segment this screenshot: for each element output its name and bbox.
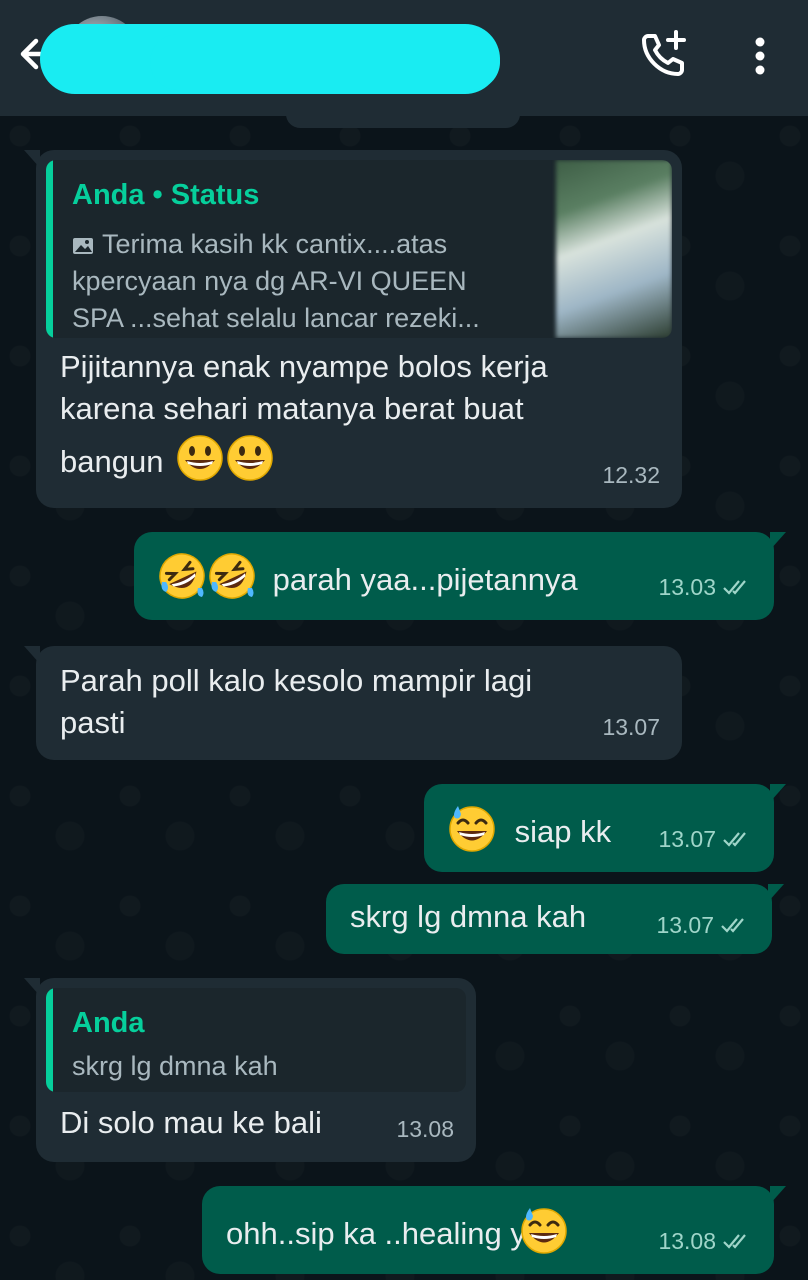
message-meta: 13.07: [658, 818, 752, 860]
previous-message-bubble: [286, 116, 520, 128]
add-call-icon[interactable]: [636, 28, 692, 84]
message-time: 13.08: [396, 1116, 454, 1142]
grinning-face-emoji: [176, 434, 224, 482]
status-thumbnail: [556, 160, 672, 338]
image-icon: [73, 238, 93, 254]
message-line: Di solo mau ke bali: [60, 1105, 322, 1140]
name-redaction: [150, 34, 500, 90]
quoted-message[interactable]: Anda skrg lg dmna kah: [46, 988, 466, 1092]
quote-line: skrg lg dmna kah: [72, 1051, 278, 1081]
message-meta: 13.03: [658, 566, 752, 608]
grinning-face-emoji: [226, 434, 274, 482]
quote-author: Anda: [72, 1007, 145, 1039]
outgoing-message[interactable]: ohh..sip ka ..healing y 13.08: [202, 1186, 786, 1274]
message-time: 13.08: [658, 1228, 716, 1254]
read-ticks-icon: [720, 916, 750, 934]
rolling-laughing-face-emoji: [158, 552, 206, 600]
chat-header: B h: [0, 0, 808, 116]
quoted-status[interactable]: Anda • Status Terima kasih kk cantix....…: [46, 160, 672, 338]
outgoing-message[interactable]: skrg lg dmna kah 13.07: [326, 884, 784, 954]
quote-line: kpercyaan nya dg AR-VI QUEEN: [72, 266, 467, 296]
message-time: 13.03: [658, 574, 716, 600]
incoming-message[interactable]: Anda • Status Terima kasih kk cantix....…: [24, 150, 682, 508]
message-line-text: siap kk: [514, 814, 612, 849]
grinning-sweat-face-emoji: [520, 1206, 568, 1254]
quote-accent-bar: [46, 160, 53, 338]
message-time: 13.07: [656, 912, 714, 938]
message-line-text: bangun: [60, 444, 164, 479]
outgoing-message[interactable]: siap kk 13.07: [424, 784, 786, 872]
message-time: 13.07: [602, 714, 660, 740]
message-line-text: ohh..sip ka ..healing y: [226, 1216, 526, 1251]
quote-line: Terima kasih kk cantix....atas: [72, 226, 447, 263]
message-line: Parah poll kalo kesolo mampir lagi: [60, 663, 533, 698]
message-meta: 13.08: [658, 1220, 752, 1262]
quote-line: SPA ...sehat selalu lancar rezeki...: [72, 303, 480, 333]
incoming-message[interactable]: Anda skrg lg dmna kah Di solo mau ke bal…: [24, 978, 476, 1162]
message-time: 13.07: [658, 826, 716, 852]
message-line: parah yaa...pijetannya: [158, 552, 578, 601]
quote-line-text: Terima kasih kk cantix....atas: [102, 229, 448, 259]
message-line: skrg lg dmna kah: [350, 899, 587, 934]
message-meta: 12.32: [602, 454, 660, 496]
quote-author: Anda • Status: [72, 179, 260, 211]
read-ticks-icon: [722, 1232, 752, 1250]
message-line: Pijitannya enak nyampe bolos kerja: [60, 349, 548, 384]
message-line: siap kk: [448, 804, 611, 853]
chat-area[interactable]: Anda • Status Terima kasih kk cantix....…: [0, 116, 808, 1280]
read-ticks-icon: [722, 830, 752, 848]
message-line: bangun: [60, 434, 274, 483]
read-ticks-icon: [722, 578, 752, 596]
incoming-message[interactable]: Parah poll kalo kesolo mampir lagi pasti…: [24, 646, 682, 760]
message-line: ohh..sip ka ..healing y: [226, 1206, 568, 1255]
message-line: karena sehari matanya berat buat: [60, 391, 524, 426]
grinning-sweat-face-emoji: [448, 804, 496, 852]
message-time: 12.32: [602, 462, 660, 488]
message-meta: 13.08: [396, 1108, 454, 1150]
message-meta: 13.07: [602, 706, 660, 748]
message-line-text: parah yaa...pijetannya: [272, 562, 578, 597]
message-line: pasti: [60, 705, 126, 740]
more-vert-icon[interactable]: [740, 28, 780, 84]
rolling-laughing-face-emoji: [208, 552, 256, 600]
message-meta: 13.07: [656, 904, 750, 946]
quote-accent-bar: [46, 988, 53, 1092]
outgoing-message[interactable]: parah yaa...pijetannya 13.03: [134, 532, 786, 620]
